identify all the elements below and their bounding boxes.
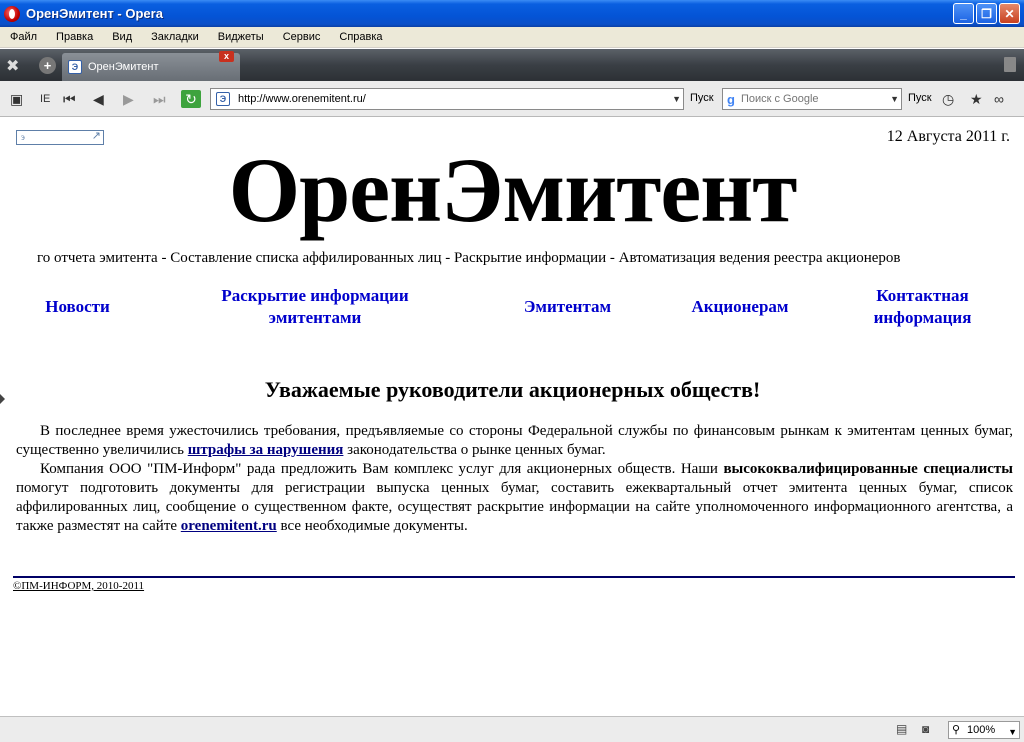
web-page: э ↗ 12 Августа 2011 г. ОренЭмитент го от… (5, 118, 1020, 716)
menu-view[interactable]: Вид (102, 31, 141, 43)
search-go-button[interactable]: Пуск (908, 92, 932, 104)
status-bar: ▤ ◙ ⚲ 100% ▼ (0, 716, 1024, 742)
menu-widgets[interactable]: Виджеты (208, 31, 273, 43)
nav-disclosure[interactable]: Раскрытие информации эмитентами (205, 285, 425, 329)
site-logo: ОренЭмитент (228, 139, 798, 241)
title-bar: ОренЭмитент - Opera _ ❐ ✕ (0, 0, 1024, 27)
search-dropdown-icon[interactable]: ▼ (890, 94, 899, 104)
navigation-toolbar: ▣ IE ⏮ ◀ ▶ ⏭ ↻ Э ▼ Пуск g ▼ Пуск ◷ ★ ∞ (0, 81, 1024, 117)
window-controls: _ ❐ ✕ (953, 3, 1020, 24)
ie-button[interactable]: IE (40, 90, 50, 108)
go-button[interactable]: Пуск (690, 92, 714, 104)
fines-link[interactable]: штрафы за нарушения (188, 442, 344, 458)
zoom-control[interactable]: ⚲ 100% ▼ (948, 721, 1020, 739)
address-bar[interactable]: Э ▼ (210, 88, 684, 110)
fast-forward-icon[interactable]: ⏭ (153, 90, 166, 108)
tab-bar: ✖ + Э ОренЭмитент x (0, 49, 1024, 81)
forward-icon[interactable]: ▶ (123, 90, 134, 108)
page-heading: Уважаемые руководители акционерных общес… (264, 377, 761, 402)
menu-help[interactable]: Справка (329, 31, 391, 43)
maximize-button[interactable]: ❐ (976, 3, 997, 24)
services-ticker: го отчета эмитента - Составление списка … (37, 250, 901, 266)
paragraph-1: В последнее время ужесточились требовани… (16, 423, 1013, 458)
nav-contacts[interactable]: Контактная информация (860, 285, 985, 329)
zoom-dropdown-icon[interactable]: ▼ (1008, 724, 1017, 740)
zoom-magnifier-icon: ⚲ (952, 724, 961, 736)
close-tab-button[interactable]: x (219, 51, 234, 62)
menu-bookmarks[interactable]: Закладки (141, 31, 208, 43)
menu-bar: Файл Правка Вид Закладки Виджеты Сервис … (0, 27, 1024, 48)
menu-edit[interactable]: Правка (46, 31, 102, 43)
tab-label: ОренЭмитент (88, 61, 159, 73)
new-tab-icon[interactable]: + (39, 57, 56, 74)
address-favicon-icon: Э (216, 92, 230, 106)
google-icon: g (727, 91, 735, 107)
url-input[interactable] (238, 93, 663, 105)
save-icon[interactable]: ▣ (10, 90, 23, 108)
menu-file[interactable]: Файл (0, 31, 46, 43)
zoom-level: 100% (967, 724, 996, 736)
nav-shareholders[interactable]: Акционерам (680, 296, 800, 318)
nav-news[interactable]: Новости (25, 296, 130, 318)
copyright-link[interactable]: ©ПМ-ИНФОРМ, 2010-2011 (13, 580, 144, 592)
menu-tools[interactable]: Сервис (273, 31, 330, 43)
reader-glasses-icon[interactable]: ∞ (994, 90, 1004, 108)
footer-divider (13, 576, 1015, 578)
camera-icon[interactable]: ◙ (922, 722, 938, 736)
rewind-icon[interactable]: ⏮ (63, 90, 76, 108)
address-dropdown-icon[interactable]: ▼ (672, 94, 681, 104)
paragraph-2: Компания ООО "ПМ-Информ" рада предложить… (16, 461, 1013, 534)
bookmark-star-icon[interactable]: ★ (970, 90, 983, 108)
site-link[interactable]: orenemitent.ru (181, 518, 277, 534)
search-input[interactable] (740, 93, 881, 105)
nav-issuers[interactable]: Эмитентам (510, 296, 625, 318)
opera-logo-icon (4, 5, 20, 22)
trash-icon[interactable] (1004, 57, 1016, 72)
specialists-bold: высококвалифицированные специалисты (723, 461, 1013, 477)
tab-orenemitent[interactable]: Э ОренЭмитент x (62, 51, 240, 81)
intro-text: В последнее время ужесточились требовани… (16, 422, 1013, 536)
back-icon[interactable]: ◀ (93, 90, 104, 108)
history-clock-icon[interactable]: ◷ (942, 90, 954, 108)
close-window-button[interactable]: ✕ (999, 3, 1020, 24)
tools-icon[interactable]: ✖ (6, 56, 19, 76)
minimize-button[interactable]: _ (953, 3, 974, 24)
window-title: ОренЭмитент - Opera (26, 6, 163, 21)
tile-icon[interactable]: ▤ (896, 722, 912, 736)
search-box[interactable]: g ▼ (722, 88, 902, 110)
reload-icon[interactable]: ↻ (181, 90, 201, 108)
site-favicon-icon: Э (68, 60, 82, 74)
